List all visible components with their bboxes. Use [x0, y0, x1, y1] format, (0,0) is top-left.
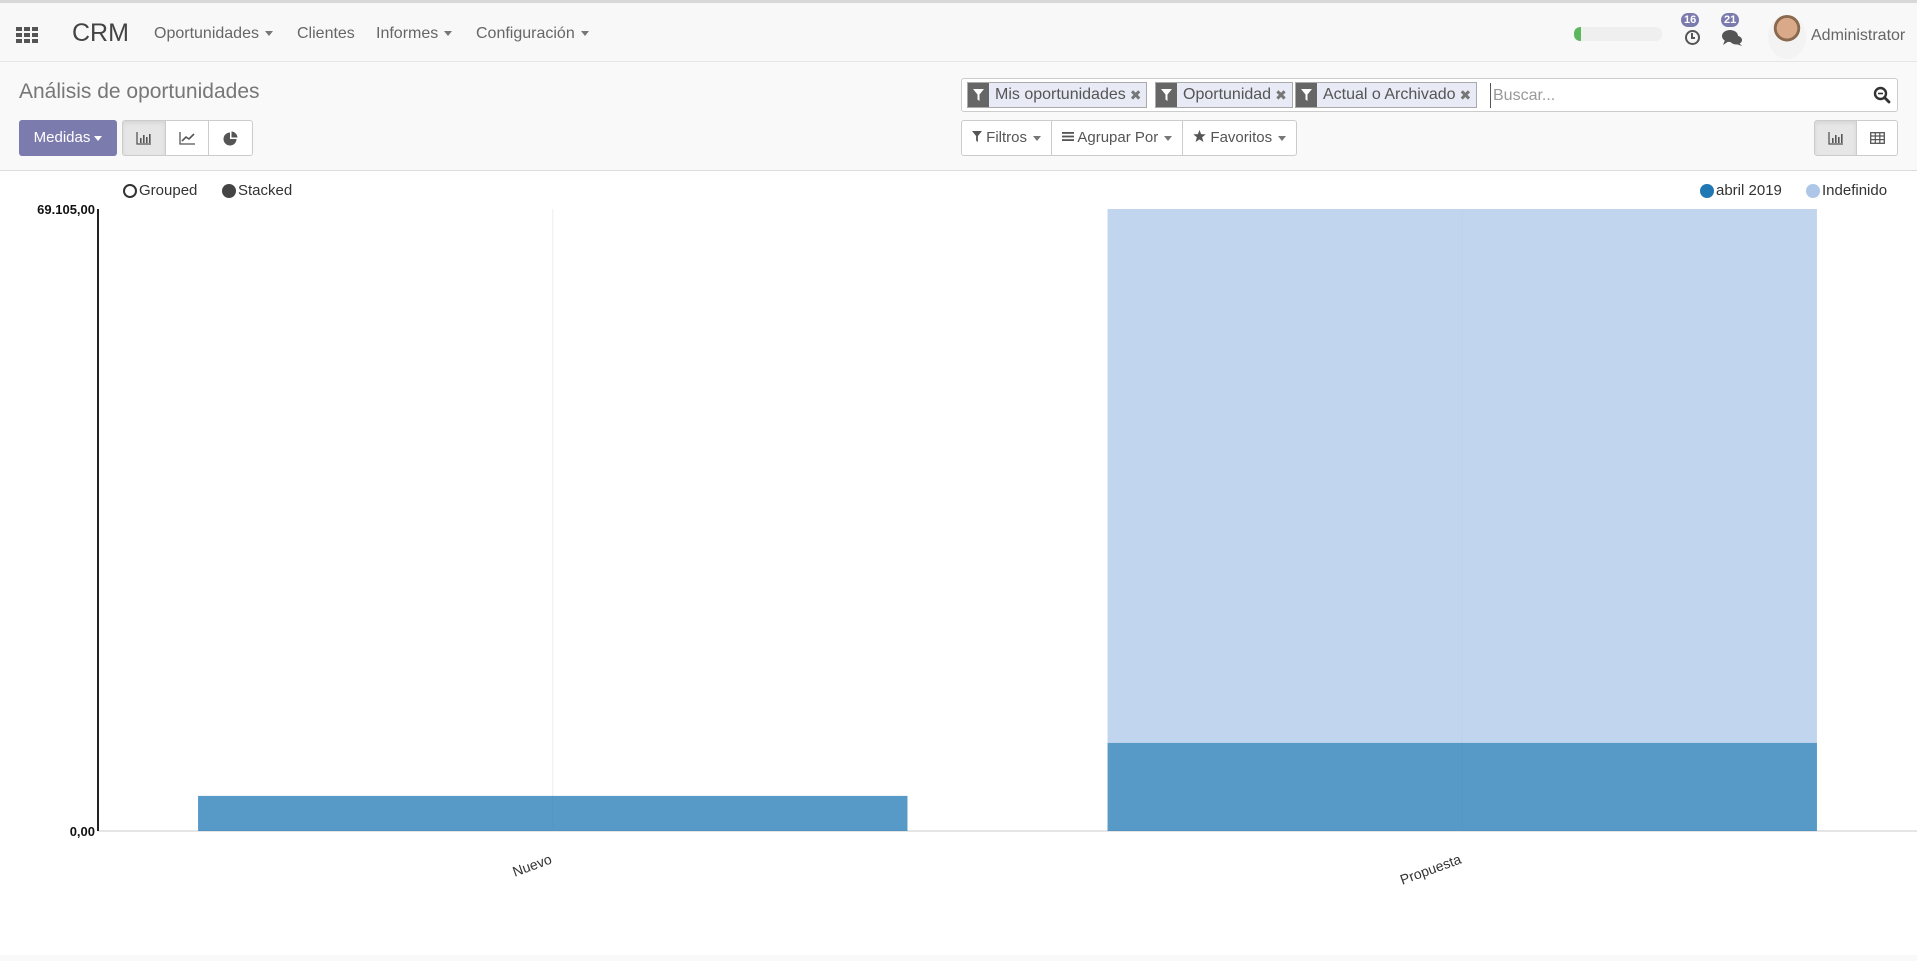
filter-icon: [968, 83, 989, 107]
chat-bubbles-icon[interactable]: [1721, 29, 1743, 47]
bar-nuevo-abril-2019: [198, 795, 908, 831]
caret-down-icon: [94, 135, 103, 141]
graph-view: Grouped Stacked abril 2019 Indefinido Nu…: [0, 170, 1917, 955]
line-chart-button[interactable]: [166, 121, 209, 155]
top-navbar: CRM Oportunidades Clientes Informes Configu…: [0, 0, 1917, 62]
favorites-label: Favoritos: [1210, 129, 1273, 146]
bar-chart: Nuevo Propuesta 0,00 69.105,00: [37, 202, 1917, 888]
bar-propuesta-abril-2019: [1107, 742, 1817, 831]
legend-color-dot: [1806, 183, 1820, 198]
menu-configuracion[interactable]: Configuración: [476, 25, 589, 43]
pivot-view-button[interactable]: [1857, 121, 1897, 155]
caret-down-icon: [264, 31, 273, 37]
legend-label: Indefinido: [1822, 182, 1888, 199]
filter-icon: [1296, 83, 1317, 107]
facet-label: Actual o Archivado: [1323, 86, 1456, 103]
username[interactable]: Administrator: [1811, 27, 1905, 45]
bar-chart-icon: [1827, 132, 1843, 145]
menu-oportunidades[interactable]: Oportunidades: [154, 25, 273, 43]
pie-chart-button[interactable]: [209, 121, 252, 155]
star-icon: [1193, 130, 1206, 142]
search-facet: Oportunidad ✖: [1155, 82, 1293, 108]
x-tick-label: Nuevo: [510, 851, 554, 880]
legend-label: abril 2019: [1716, 182, 1782, 199]
groupby-label: Agrupar Por: [1077, 129, 1159, 146]
caret-down-icon: [1278, 135, 1287, 141]
menu-clientes[interactable]: Clientes: [297, 25, 355, 43]
legend-item-series-0[interactable]: abril 2019: [1700, 182, 1782, 199]
radio-filled-icon: [222, 183, 236, 198]
messages-count-badge: 21: [1721, 13, 1740, 27]
search-facet: Mis oportunidades ✖: [967, 82, 1148, 108]
filters-label: Filtros: [986, 129, 1028, 146]
caret-down-icon: [1164, 135, 1173, 141]
bar-propuesta-indefinido: [1107, 209, 1817, 743]
remove-facet-icon[interactable]: ✖: [1275, 83, 1292, 107]
filter-icon: [972, 131, 982, 142]
y-tick-label: 69.105,00: [37, 202, 95, 217]
search-box: Mis oportunidades ✖ Oportunidad ✖ Actual…: [961, 78, 1898, 112]
clock-icon[interactable]: [1685, 30, 1700, 45]
bar-chart-icon: [136, 132, 151, 145]
menu-informes[interactable]: Informes: [376, 25, 453, 43]
legend-color-dot: [1700, 183, 1714, 198]
menu-label: Configuración: [476, 25, 575, 42]
table-icon: [1869, 132, 1885, 144]
radio-empty-icon: [123, 183, 137, 198]
progress-fill: [1574, 27, 1582, 41]
y-tick-label: 0,00: [70, 824, 95, 839]
view-switcher: [1814, 120, 1898, 156]
line-chart-icon: [178, 132, 195, 145]
caret-down-icon: [1033, 135, 1042, 141]
facet-label: Oportunidad: [1183, 86, 1272, 103]
filters-dropdown[interactable]: Filtros: [962, 121, 1053, 155]
stacked-mode-toggle[interactable]: Stacked: [222, 182, 292, 199]
search-options: Filtros Agrupar Por Favoritos: [961, 120, 1298, 156]
menu-label: Oportunidades: [154, 25, 259, 42]
graph-view-button[interactable]: [1815, 121, 1857, 155]
list-icon: [1062, 132, 1075, 141]
caret-down-icon: [580, 31, 589, 37]
pie-chart-icon: [223, 131, 238, 145]
apps-menu-icon[interactable]: [16, 27, 38, 43]
chart-type-switcher: [122, 120, 253, 156]
facet-label: Mis oportunidades: [995, 86, 1126, 103]
menu-label: Clientes: [297, 25, 355, 42]
favorites-dropdown[interactable]: Favoritos: [1183, 121, 1296, 155]
grouped-label: Grouped: [139, 182, 198, 199]
onboarding-progress-bar[interactable]: [1574, 27, 1662, 41]
caret-down-icon: [444, 31, 453, 37]
menu-label: Informes: [376, 25, 439, 42]
filter-icon: [1156, 83, 1177, 107]
measures-label: Medidas: [33, 129, 91, 146]
search-icon[interactable]: [1873, 86, 1891, 104]
page-title: Análisis de oportunidades: [19, 80, 260, 103]
user-avatar[interactable]: [1768, 15, 1806, 59]
stacked-label: Stacked: [238, 182, 293, 199]
remove-facet-icon[interactable]: ✖: [1130, 83, 1147, 107]
groupby-dropdown[interactable]: Agrupar Por: [1052, 121, 1184, 155]
app-brand[interactable]: CRM: [72, 19, 129, 48]
legend-item-series-1[interactable]: Indefinido: [1806, 182, 1887, 199]
search-input[interactable]: [1490, 83, 1850, 108]
measures-button[interactable]: Medidas: [19, 120, 117, 156]
remove-facet-icon[interactable]: ✖: [1460, 83, 1477, 107]
search-facet: Actual o Archivado ✖: [1295, 82, 1478, 108]
grouped-mode-toggle[interactable]: Grouped: [123, 182, 197, 199]
x-tick-label: Propuesta: [1398, 851, 1464, 888]
activities-count-badge: 16: [1681, 13, 1700, 27]
bar-chart-button[interactable]: [123, 121, 166, 155]
